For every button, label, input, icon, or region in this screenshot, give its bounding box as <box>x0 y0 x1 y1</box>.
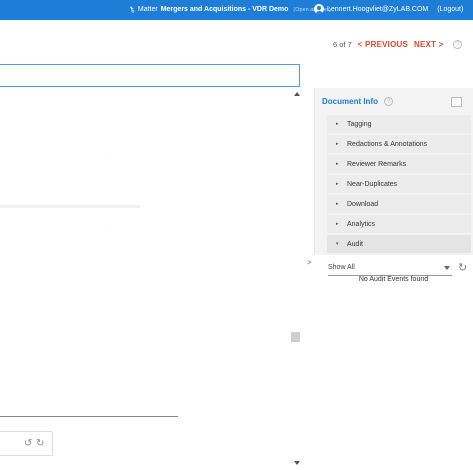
collapsed-icon: ▸ <box>336 221 339 227</box>
section-label: Download <box>347 200 379 208</box>
key-icon: ⚷ <box>127 4 137 15</box>
section-audit[interactable]: ▾ Audit <box>327 235 471 253</box>
section-label: Near-Duplicates <box>347 180 398 188</box>
section-label: Reviewer Remarks <box>347 160 407 168</box>
matter-name: Mergers and Acquisitions - VDR Demo <box>160 6 289 13</box>
user-email[interactable]: Lennert.Hoogvliet@ZyLAB.COM <box>327 6 428 13</box>
expand-panel-icon[interactable]: > <box>307 258 312 267</box>
section-label: Analytics <box>347 220 376 228</box>
help-icon[interactable]: ? <box>453 40 463 49</box>
next-button[interactable]: NEXT > <box>414 40 443 49</box>
document-faint-line <box>0 205 140 208</box>
previous-button[interactable]: < PREVIOUS <box>358 40 408 49</box>
document-divider <box>0 416 178 417</box>
collapsed-icon: ▸ <box>336 141 339 147</box>
document-artifact: · <box>215 328 217 334</box>
help-icon[interactable]: ? <box>384 97 393 106</box>
audit-empty-message: No Audit Events found <box>358 276 429 283</box>
audit-filter-value: Show All <box>328 264 355 271</box>
collapsed-icon: ▸ <box>336 161 339 167</box>
section-download[interactable]: ▸ Download <box>327 195 471 213</box>
document-scrollbar[interactable] <box>290 88 302 470</box>
section-label: Audit <box>347 240 363 248</box>
collapsed-icon: ▸ <box>336 201 339 207</box>
document-position: 6 of 7 <box>333 40 352 49</box>
section-near-duplicates[interactable]: ▸ Near-Duplicates <box>327 175 471 193</box>
user-menu: Lennert.Hoogvliet@ZyLAB.COM (Logout) <box>314 4 463 14</box>
rotate-right-icon[interactable]: ↻ <box>36 438 44 449</box>
audit-filter-select[interactable]: Show All <box>328 264 452 276</box>
document-artifact: · <box>108 222 110 228</box>
audit-panel <box>314 255 473 470</box>
top-bar: ⚷ Matter Mergers and Acquisitions - VDR … <box>0 0 473 20</box>
chevron-down-icon <box>444 266 450 270</box>
document-navigation: 6 of 7 < PREVIOUS NEXT > ? <box>333 40 463 49</box>
collapsed-icon: ▸ <box>336 181 339 187</box>
section-tagging[interactable]: ▸ Tagging <box>327 115 471 133</box>
document-info-header: Document Info ? <box>322 97 393 106</box>
matter-prefix: Matter <box>137 6 158 13</box>
section-redactions[interactable]: ▸ Redactions & Annotations <box>327 135 471 153</box>
document-info-title: Document Info <box>322 97 378 106</box>
expanded-icon: ▾ <box>336 241 339 247</box>
panel-layout-icon[interactable] <box>451 97 462 107</box>
scroll-down-icon[interactable] <box>294 461 300 465</box>
user-icon <box>314 4 324 14</box>
scroll-up-icon[interactable] <box>294 92 300 96</box>
document-artifact: · <box>108 153 110 159</box>
collapsed-icon: ▸ <box>336 121 339 127</box>
document-header-field[interactable] <box>0 64 300 87</box>
section-reviewer-remarks[interactable]: ▸ Reviewer Remarks <box>327 155 471 173</box>
scrollbar-thumb[interactable] <box>291 332 300 342</box>
document-viewer: ⚷ Matter Mergers and Acquisitions - VDR … <box>0 0 473 470</box>
section-analytics[interactable]: ▸ Analytics <box>327 215 471 233</box>
refresh-icon[interactable]: ↻ <box>458 261 467 274</box>
section-label: Tagging <box>347 120 372 128</box>
section-label: Redactions & Annotations <box>347 140 428 148</box>
rotate-left-icon[interactable]: ↺ <box>24 438 32 449</box>
logout-link[interactable]: (Logout) <box>437 6 463 13</box>
document-artifact: · <box>70 295 72 301</box>
matter-selector: ⚷ Matter Mergers and Acquisitions - VDR … <box>127 4 331 15</box>
